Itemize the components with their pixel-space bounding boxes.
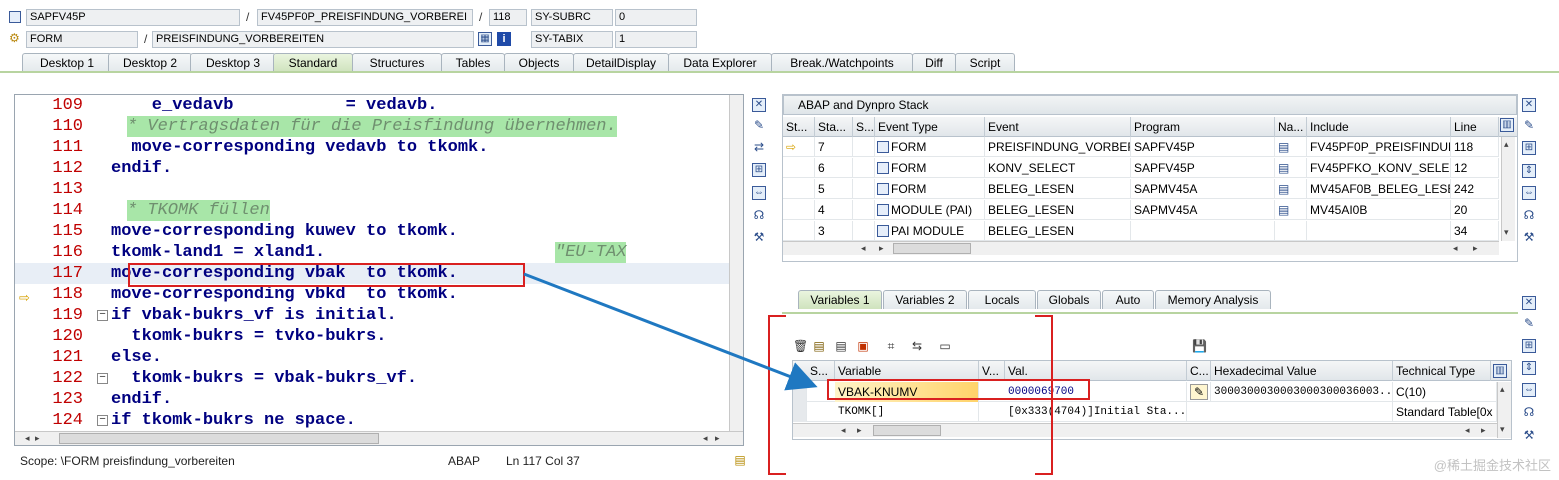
annotation-arrow: [523, 272, 818, 391]
watermark: @稀土掘金技术社区: [1433, 458, 1551, 473]
